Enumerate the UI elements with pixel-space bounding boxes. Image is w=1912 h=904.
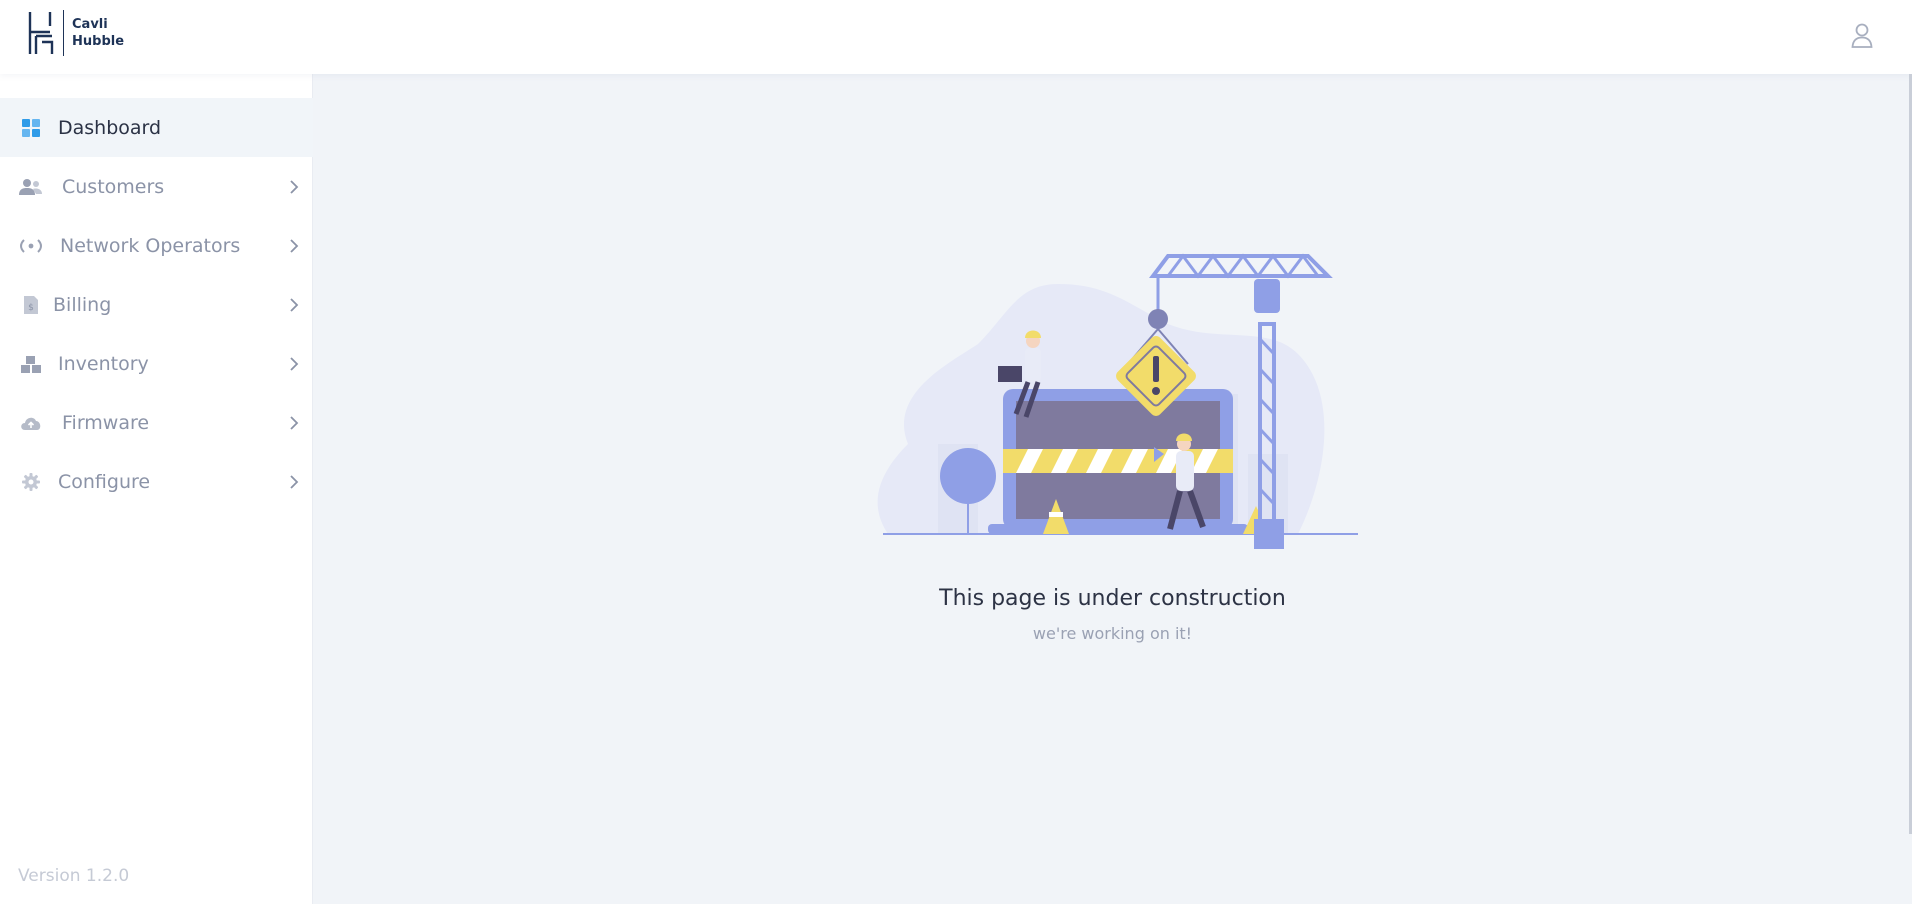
sidebar-item-label: Firmware <box>62 411 150 434</box>
brand-name: Cavli Hubble <box>72 16 124 50</box>
customers-icon <box>19 177 43 197</box>
page-title: This page is under construction <box>939 586 1286 611</box>
sidebar-menu: Dashboard Customers Network Operators $ … <box>0 98 313 511</box>
page-subtitle: we're working on it! <box>1032 624 1193 643</box>
sidebar-item-inventory[interactable]: Inventory <box>0 334 313 393</box>
brand-line-2: Hubble <box>72 34 125 49</box>
cloud-upload-icon <box>19 413 43 433</box>
sidebar-item-customers[interactable]: Customers <box>0 157 313 216</box>
network-icon <box>19 236 43 256</box>
logo-divider <box>63 10 64 56</box>
brand-line-1: Cavli <box>72 17 108 32</box>
chevron-right-icon <box>290 179 299 194</box>
sidebar-item-label: Dashboard <box>58 116 162 139</box>
chevron-right-icon <box>290 356 299 371</box>
chevron-right-icon <box>290 297 299 312</box>
sidebar-item-network-operators[interactable]: Network Operators <box>0 216 313 275</box>
billing-icon: $ <box>19 295 43 315</box>
user-icon[interactable] <box>1850 22 1874 48</box>
logo-mark-icon <box>28 12 54 54</box>
sidebar-item-label: Network Operators <box>60 234 241 257</box>
sidebar-item-billing[interactable]: $ Billing <box>0 275 313 334</box>
gear-icon <box>19 472 43 492</box>
dashboard-icon <box>19 118 43 138</box>
main-content: This page is under construction we're wo… <box>313 74 1912 904</box>
chevron-right-icon <box>290 474 299 489</box>
brand-logo[interactable]: Cavli Hubble <box>26 10 124 56</box>
chevron-right-icon <box>290 238 299 253</box>
sidebar-item-label: Customers <box>62 175 165 198</box>
chevron-right-icon <box>290 415 299 430</box>
under-construction-illustration <box>877 253 1358 549</box>
sidebar-item-label: Inventory <box>58 352 149 375</box>
sidebar-item-label: Configure <box>58 470 151 493</box>
inventory-icon <box>19 354 43 374</box>
sidebar-item-dashboard[interactable]: Dashboard <box>0 98 313 157</box>
top-bar: Cavli Hubble <box>0 0 1912 74</box>
sidebar-item-configure[interactable]: Configure <box>0 452 313 511</box>
svg-text:$: $ <box>28 303 34 313</box>
sidebar: Dashboard Customers Network Operators $ … <box>0 74 313 904</box>
sidebar-item-label: Billing <box>53 293 112 316</box>
app-version: Version 1.2.0 <box>18 866 130 886</box>
sidebar-item-firmware[interactable]: Firmware <box>0 393 313 452</box>
